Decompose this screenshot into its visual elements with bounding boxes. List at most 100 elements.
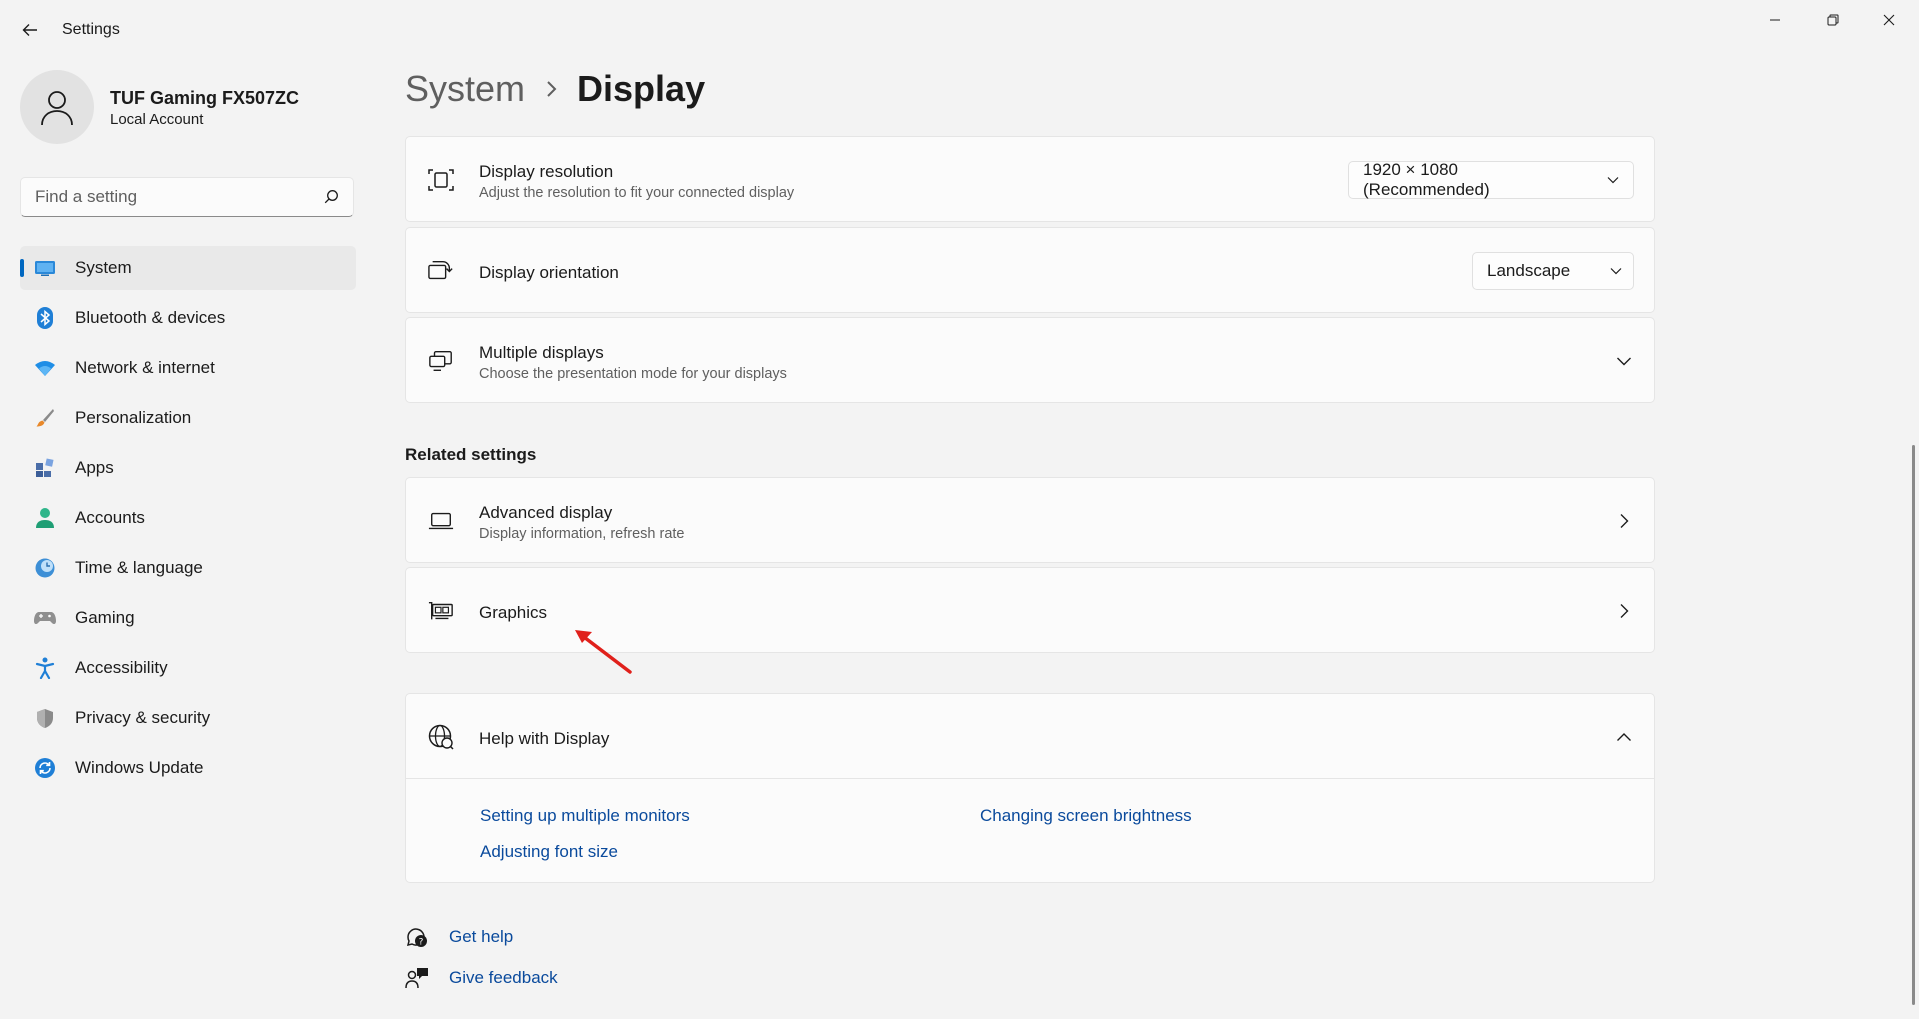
sidebar-item-windows-update[interactable]: Windows Update [20,746,356,790]
accessibility-icon [34,657,56,679]
avatar [20,70,94,144]
accounts-icon [34,507,56,529]
orientation-dropdown[interactable]: Landscape [1472,252,1634,290]
get-help-label: Get help [449,927,514,946]
annotation-arrow [575,630,632,674]
breadcrumb-parent[interactable]: System [405,68,525,110]
resolution-icon [428,167,454,193]
sidebar-item-label: Privacy & security [75,708,211,727]
advanced-display-card[interactable]: Advanced display Display information, re… [405,477,1655,563]
chevron-right-icon [1616,513,1632,529]
get-help-link[interactable]: ? Get help [405,925,513,949]
sidebar-item-accounts[interactable]: Accounts [20,496,356,540]
title-bar: Settings [0,0,1919,60]
graphics-card-icon [428,598,454,624]
multiple-displays-card[interactable]: Multiple displays Choose the presentatio… [405,317,1655,403]
sidebar-item-apps[interactable]: Apps [20,446,356,490]
sidebar-nav: System Bluetooth & devices Network & int… [20,246,356,796]
sidebar-item-system[interactable]: System [20,246,356,290]
card-subtitle: Adjust the resolution to fit your connec… [479,185,795,201]
sidebar-item-privacy-security[interactable]: Privacy & security [20,696,356,740]
chevron-down-icon [1607,176,1619,184]
help-header[interactable]: Help with Display [406,694,1654,778]
chevron-down-icon[interactable] [1616,353,1632,369]
sidebar-item-label: Bluetooth & devices [75,308,226,327]
sidebar-item-network[interactable]: Network & internet [20,346,356,390]
minimize-icon [1770,19,1780,21]
card-title: Display orientation [479,263,619,282]
back-arrow-icon [22,24,37,36]
divider [406,778,1654,779]
sidebar-item-label: System [75,258,132,277]
sidebar-item-label: Apps [75,458,114,477]
display-resolution-card: Display resolution Adjust the resolution… [405,136,1655,222]
chevron-up-icon [1616,729,1632,745]
sidebar-item-time-language[interactable]: Time & language [20,546,356,590]
sidebar-item-label: Accessibility [75,658,168,677]
resolution-dropdown[interactable]: 1920 × 1080 (Recommended) [1348,160,1634,199]
card-subtitle: Display information, refresh rate [479,526,685,542]
sidebar-item-label: Network & internet [75,358,215,377]
sidebar-item-accessibility[interactable]: Accessibility [20,646,356,690]
feedback-icon [405,966,429,990]
sidebar-item-label: Time & language [75,558,203,577]
restore-icon [1827,14,1839,26]
get-help-icon: ? [405,925,429,949]
search-box [20,177,354,217]
laptop-icon [428,508,454,534]
search-input[interactable] [21,178,329,216]
related-settings-heading: Related settings [405,445,537,464]
sidebar-item-label: Personalization [75,408,192,427]
chevron-right-icon [1616,603,1632,619]
help-with-display-card: Help with Display Setting up multiple mo… [405,693,1655,883]
orientation-icon [428,258,454,284]
resolution-value: 1920 × 1080 (Recommended) [1363,160,1490,199]
apps-icon [34,457,56,479]
person-icon [41,91,73,126]
system-icon [34,257,56,279]
restore-button[interactable] [1810,4,1856,36]
page-title: Display [577,68,706,109]
card-title: Display resolution [479,162,614,181]
sidebar-item-label: Gaming [75,608,135,627]
card-subtitle: Choose the presentation mode for your di… [479,366,787,382]
gamepad-icon [34,607,56,629]
svg-text:?: ? [419,938,424,948]
sidebar-item-personalization[interactable]: Personalization [20,396,356,440]
scrollbar[interactable] [1912,445,1915,1005]
shield-icon [34,707,56,729]
web-help-icon [428,724,454,750]
brush-icon [34,407,56,429]
sidebar-item-bluetooth[interactable]: Bluetooth & devices [20,296,356,340]
sidebar-item-gaming[interactable]: Gaming [20,596,356,640]
multiple-displays-icon [428,348,454,374]
bluetooth-icon [34,307,56,329]
give-feedback-label: Give feedback [449,968,558,987]
display-orientation-card: Display orientation Landscape [405,227,1655,313]
sidebar-item-label: Windows Update [75,758,204,777]
close-button[interactable] [1866,4,1912,36]
card-title: Multiple displays [479,343,604,362]
card-title: Graphics [479,603,548,622]
help-link-screen-brightness[interactable]: Changing screen brightness [980,806,1192,826]
card-title: Advanced display [479,503,613,522]
help-link-font-size[interactable]: Adjusting font size [480,842,618,862]
chevron-down-icon [1610,267,1622,275]
wifi-icon [34,357,56,379]
update-icon [34,757,56,779]
globe-clock-icon [34,557,56,579]
profile-account-type: Local Account [110,111,204,128]
minimize-button[interactable] [1752,4,1798,36]
profile-name: TUF Gaming FX507ZC [110,88,300,108]
close-icon [1883,14,1895,26]
card-title: Help with Display [479,729,610,748]
app-title: Settings [62,21,120,38]
back-button[interactable] [18,18,42,42]
orientation-value: Landscape [1487,261,1571,280]
search-icon[interactable] [324,189,339,209]
help-link-multiple-monitors[interactable]: Setting up multiple monitors [480,806,690,826]
sidebar-item-label: Accounts [75,508,145,527]
give-feedback-link[interactable]: Give feedback [405,966,558,990]
breadcrumb: System Display [405,68,705,110]
chevron-right-icon [545,80,557,98]
